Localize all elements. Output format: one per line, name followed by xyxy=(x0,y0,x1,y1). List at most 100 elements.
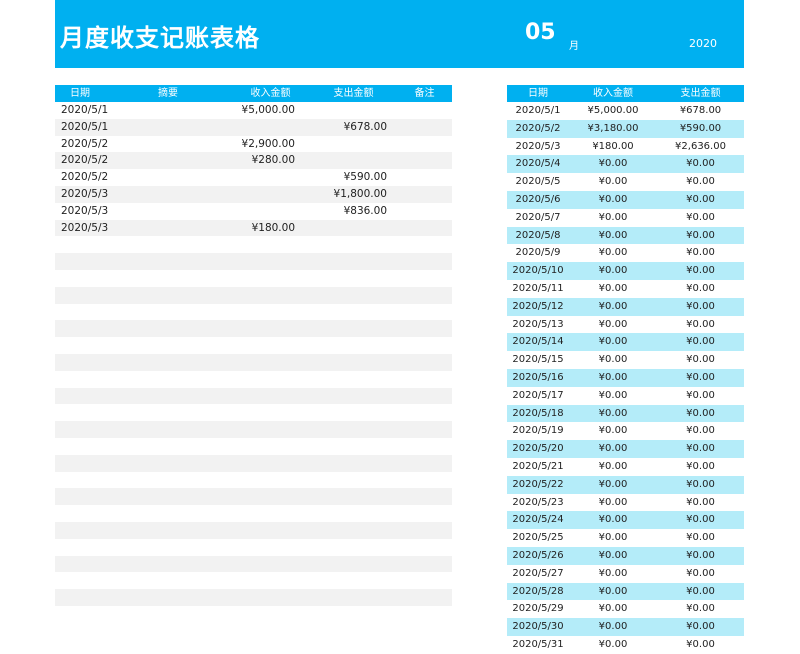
daily-cell-date[interactable]: 2020/5/17 xyxy=(507,388,569,405)
ledger-cell-note[interactable] xyxy=(387,438,452,455)
daily-row[interactable]: 2020/5/12 ¥0.00 ¥0.00 xyxy=(507,297,744,316)
ledger-cell-income[interactable] xyxy=(225,488,295,505)
ledger-cell-expense[interactable] xyxy=(295,472,387,489)
ledger-cell-date[interactable] xyxy=(55,522,135,539)
ledger-cell-expense[interactable] xyxy=(295,505,387,522)
daily-row[interactable]: 2020/5/8 ¥0.00 ¥0.00 xyxy=(507,226,744,245)
ledger-cell-summary[interactable] xyxy=(135,203,225,220)
ledger-cell-summary[interactable] xyxy=(135,455,225,472)
daily-cell-date[interactable]: 2020/5/23 xyxy=(507,495,569,512)
ledger-cell-summary[interactable] xyxy=(135,236,225,253)
ledger-row[interactable]: 2020/5/2 ¥590.00 xyxy=(55,169,452,186)
ledger-cell-date[interactable] xyxy=(55,505,135,522)
ledger-row[interactable]: 2020/5/1 ¥5,000.00 xyxy=(55,102,452,119)
ledger-cell-note[interactable] xyxy=(387,220,452,237)
daily-cell-date[interactable]: 2020/5/6 xyxy=(507,192,569,209)
ledger-cell-expense[interactable] xyxy=(295,236,387,253)
ledger-cell-income[interactable] xyxy=(225,438,295,455)
daily-row[interactable]: 2020/5/13 ¥0.00 ¥0.00 xyxy=(507,315,744,334)
ledger-cell-expense[interactable] xyxy=(295,320,387,337)
daily-cell-expense[interactable]: ¥0.00 xyxy=(657,423,744,440)
daily-cell-income[interactable]: ¥0.00 xyxy=(569,228,657,245)
ledger-cell-income[interactable] xyxy=(225,119,295,136)
ledger-cell-expense[interactable] xyxy=(295,572,387,589)
ledger-cell-note[interactable] xyxy=(387,152,452,169)
ledger-cell-note[interactable] xyxy=(387,169,452,186)
daily-cell-date[interactable]: 2020/5/11 xyxy=(507,281,569,298)
ledger-cell-date[interactable] xyxy=(55,572,135,589)
daily-cell-income[interactable]: ¥0.00 xyxy=(569,263,657,280)
ledger-cell-date[interactable] xyxy=(55,304,135,321)
ledger-row[interactable] xyxy=(55,471,452,489)
daily-cell-income[interactable]: ¥0.00 xyxy=(569,192,657,209)
ledger-cell-income[interactable] xyxy=(225,606,295,623)
ledger-cell-note[interactable] xyxy=(387,539,452,556)
ledger-cell-expense[interactable] xyxy=(295,606,387,623)
daily-cell-expense[interactable]: ¥0.00 xyxy=(657,548,744,565)
ledger-row[interactable] xyxy=(55,437,452,455)
ledger-cell-summary[interactable] xyxy=(135,606,225,623)
ledger-cell-summary[interactable] xyxy=(135,522,225,539)
ledger-row[interactable] xyxy=(55,521,452,539)
daily-cell-date[interactable]: 2020/5/18 xyxy=(507,406,569,423)
daily-cell-expense[interactable]: ¥0.00 xyxy=(657,441,744,458)
ledger-cell-income[interactable] xyxy=(225,522,295,539)
ledger-cell-summary[interactable] xyxy=(135,438,225,455)
ledger-row[interactable]: 2020/5/3 ¥1,800.00 xyxy=(55,185,452,203)
ledger-row[interactable]: 2020/5/2 ¥2,900.00 xyxy=(55,135,452,153)
ledger-cell-note[interactable] xyxy=(387,253,452,270)
ledger-cell-summary[interactable] xyxy=(135,589,225,606)
ledger-cell-date[interactable] xyxy=(55,404,135,421)
ledger-cell-note[interactable] xyxy=(387,572,452,589)
ledger-cell-summary[interactable] xyxy=(135,472,225,489)
daily-cell-income[interactable]: ¥0.00 xyxy=(569,441,657,458)
daily-row[interactable]: 2020/5/5 ¥0.00 ¥0.00 xyxy=(507,173,744,191)
daily-row[interactable]: 2020/5/14 ¥0.00 ¥0.00 xyxy=(507,333,744,352)
ledger-cell-expense[interactable]: ¥836.00 xyxy=(295,203,387,220)
ledger-cell-note[interactable] xyxy=(387,404,452,421)
daily-cell-expense[interactable]: ¥0.00 xyxy=(657,495,744,512)
daily-cell-expense[interactable]: ¥0.00 xyxy=(657,210,744,227)
ledger-row[interactable] xyxy=(55,589,452,606)
ledger-row[interactable] xyxy=(55,353,452,371)
ledger-cell-note[interactable] xyxy=(387,337,452,354)
ledger-cell-date[interactable]: 2020/5/1 xyxy=(55,119,135,136)
ledger-row[interactable]: 2020/5/1 ¥678.00 xyxy=(55,118,452,136)
daily-cell-date[interactable]: 2020/5/30 xyxy=(507,619,569,636)
daily-cell-expense[interactable]: ¥0.00 xyxy=(657,619,744,636)
ledger-row[interactable] xyxy=(55,605,452,623)
ledger-row[interactable] xyxy=(55,454,452,472)
daily-cell-income[interactable]: ¥0.00 xyxy=(569,637,657,654)
ledger-cell-date[interactable] xyxy=(55,337,135,354)
daily-cell-expense[interactable]: ¥0.00 xyxy=(657,370,744,387)
ledger-row[interactable] xyxy=(55,572,452,590)
daily-cell-expense[interactable]: ¥0.00 xyxy=(657,406,744,423)
ledger-cell-summary[interactable] xyxy=(135,354,225,371)
ledger-cell-summary[interactable] xyxy=(135,186,225,203)
ledger-row[interactable] xyxy=(55,488,452,506)
daily-cell-expense[interactable]: ¥0.00 xyxy=(657,174,744,191)
daily-cell-expense[interactable]: ¥0.00 xyxy=(657,584,744,601)
daily-cell-date[interactable]: 2020/5/4 xyxy=(507,156,569,173)
daily-cell-income[interactable]: ¥0.00 xyxy=(569,548,657,565)
ledger-row[interactable] xyxy=(55,404,452,422)
daily-row[interactable]: 2020/5/21 ¥0.00 ¥0.00 xyxy=(507,457,744,476)
ledger-cell-note[interactable] xyxy=(387,320,452,337)
ledger-cell-note[interactable] xyxy=(387,522,452,539)
daily-cell-expense[interactable]: ¥0.00 xyxy=(657,228,744,245)
ledger-cell-summary[interactable] xyxy=(135,253,225,270)
ledger-cell-income[interactable]: ¥2,900.00 xyxy=(225,136,295,153)
daily-row[interactable]: 2020/5/15 ¥0.00 ¥0.00 xyxy=(507,351,744,369)
ledger-cell-income[interactable] xyxy=(225,421,295,438)
ledger-cell-income[interactable] xyxy=(225,320,295,337)
ledger-cell-expense[interactable] xyxy=(295,388,387,405)
ledger-cell-income[interactable] xyxy=(225,505,295,522)
daily-cell-date[interactable]: 2020/5/8 xyxy=(507,228,569,245)
daily-cell-income[interactable]: ¥5,000.00 xyxy=(569,103,657,120)
daily-cell-expense[interactable]: ¥0.00 xyxy=(657,352,744,369)
ledger-cell-note[interactable] xyxy=(387,354,452,371)
daily-row[interactable]: 2020/5/22 ¥0.00 ¥0.00 xyxy=(507,475,744,494)
ledger-cell-date[interactable] xyxy=(55,388,135,405)
ledger-row[interactable]: 2020/5/3 ¥836.00 xyxy=(55,202,452,220)
ledger-cell-expense[interactable] xyxy=(295,455,387,472)
